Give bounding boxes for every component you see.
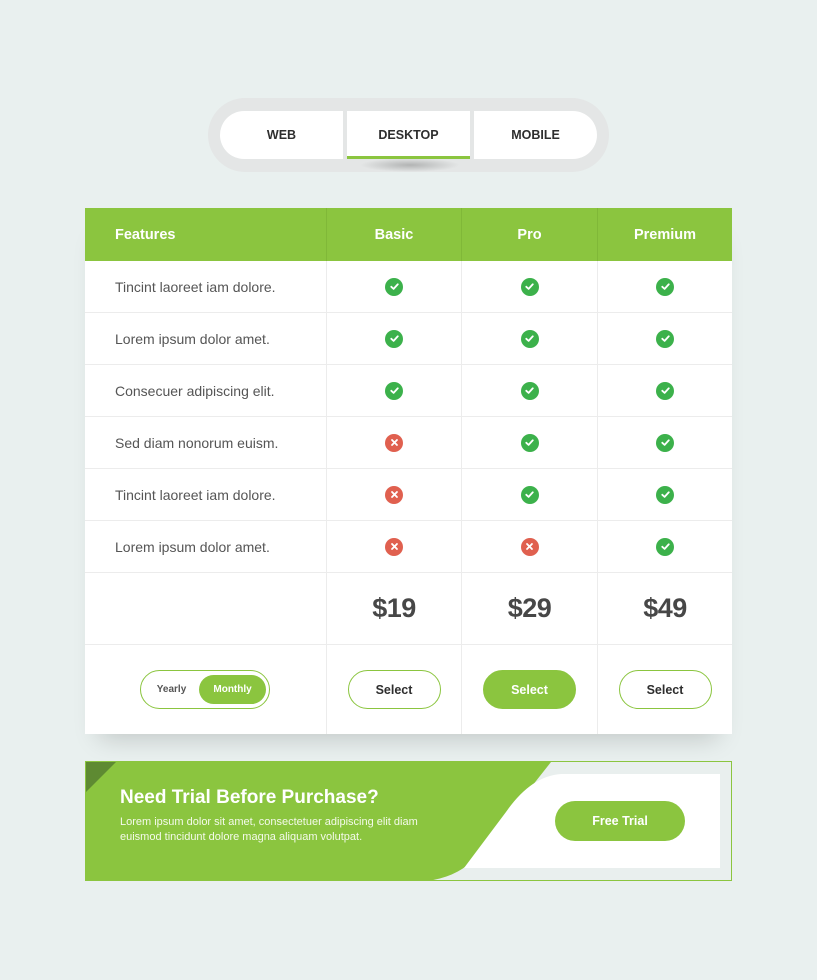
check-icon	[656, 381, 674, 400]
header-features: Features	[115, 226, 176, 243]
toggle-yearly[interactable]: Yearly	[144, 684, 199, 695]
check-icon	[656, 433, 674, 452]
trial-banner: Need Trial Before Purchase? Lorem ipsum …	[85, 761, 732, 881]
check-icon	[385, 277, 403, 296]
check-icon	[520, 433, 539, 452]
tab-shadow	[360, 158, 460, 172]
check-icon	[656, 537, 674, 556]
price-pro: $29	[507, 593, 552, 623]
select-pro-button[interactable]: Select	[483, 670, 576, 717]
action-row: Yearly Monthly Select Select Select	[85, 645, 732, 734]
tab-desktop[interactable]: DESKTOP	[347, 111, 470, 159]
check-icon	[656, 329, 674, 348]
free-trial-button[interactable]: Free Trial	[555, 801, 685, 841]
feature-row: Consecuer adipiscing elit.	[85, 365, 732, 417]
tab-mobile[interactable]: MOBILE	[474, 111, 597, 159]
banner-title: Need Trial Before Purchase?	[120, 787, 379, 808]
table-header: Features Basic Pro Premium	[85, 208, 732, 261]
price-row: $19 $29 $49	[85, 573, 732, 645]
check-icon	[520, 329, 539, 348]
check-icon	[656, 277, 674, 296]
check-icon	[520, 381, 539, 400]
feature-label: Tincint laoreet iam dolore.	[115, 486, 276, 503]
toggle-monthly[interactable]: Monthly	[199, 675, 266, 704]
platform-tabs: WEB DESKTOP MOBILE	[220, 111, 597, 159]
pricing-table: Features Basic Pro Premium Tincint laore…	[85, 208, 732, 734]
price-premium: $49	[643, 593, 687, 623]
price-basic: $19	[372, 593, 416, 623]
cross-icon	[520, 537, 539, 556]
feature-label: Lorem ipsum dolor amet.	[115, 538, 270, 555]
feature-row: Sed diam nonorum euism.	[85, 417, 732, 469]
feature-label: Sed diam nonorum euism.	[115, 434, 279, 451]
pricing-page: WEB DESKTOP MOBILE Features Basic Pro Pr…	[0, 0, 817, 980]
cross-icon	[385, 485, 403, 504]
cross-icon	[385, 537, 403, 556]
cross-icon	[385, 433, 403, 452]
check-icon	[385, 381, 403, 400]
check-icon	[520, 277, 539, 296]
header-basic: Basic	[326, 208, 461, 261]
billing-toggle[interactable]: Yearly Monthly	[140, 670, 270, 709]
check-icon	[520, 485, 539, 504]
header-premium: Premium	[597, 208, 732, 261]
feature-row: Lorem ipsum dolor amet.	[85, 313, 732, 365]
check-icon	[385, 329, 403, 348]
tab-web[interactable]: WEB	[220, 111, 343, 159]
feature-label: Tincint laoreet iam dolore.	[115, 278, 276, 295]
select-basic-button[interactable]: Select	[347, 670, 441, 709]
feature-row: Tincint laoreet iam dolore.	[85, 469, 732, 521]
header-pro: Pro	[461, 208, 597, 261]
feature-label: Consecuer adipiscing elit.	[115, 382, 275, 399]
select-premium-button[interactable]: Select	[618, 670, 712, 709]
banner-text: Lorem ipsum dolor sit amet, consectetuer…	[120, 816, 418, 843]
feature-label: Lorem ipsum dolor amet.	[115, 330, 270, 347]
feature-row: Lorem ipsum dolor amet.	[85, 521, 732, 573]
check-icon	[656, 485, 674, 504]
feature-row: Tincint laoreet iam dolore.	[85, 261, 732, 313]
